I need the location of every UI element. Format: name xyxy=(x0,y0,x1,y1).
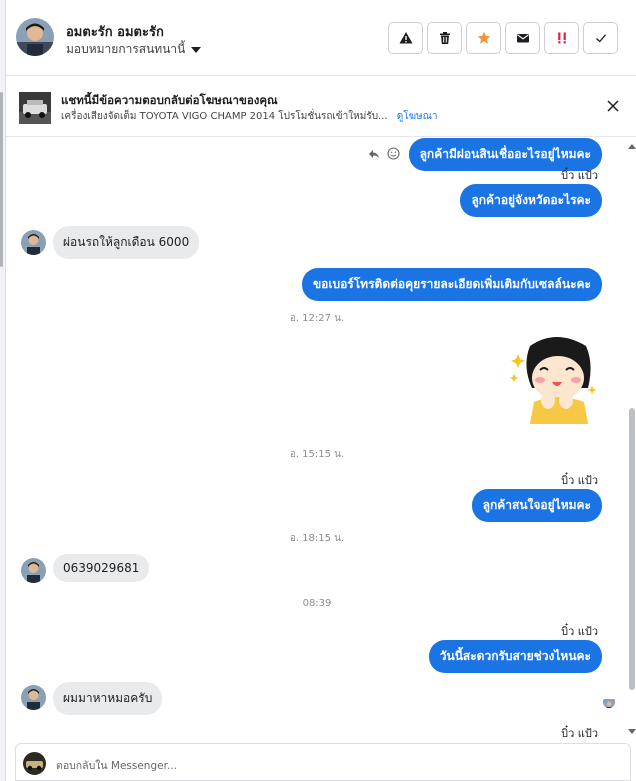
page-avatar xyxy=(23,752,46,775)
ad-banner-title: แชทนี้มีข้อความตอบกลับต่อโฆษณาของคุณ xyxy=(61,93,278,107)
star-icon xyxy=(477,31,490,44)
reply-input-placeholder[interactable]: ตอบกลับใน Messenger... xyxy=(56,757,177,774)
sticker-girl-happy-icon[interactable] xyxy=(506,336,606,426)
caret-down-icon xyxy=(191,46,202,53)
header-actions xyxy=(388,22,618,54)
ad-thumbnail[interactable] xyxy=(19,92,51,124)
outgoing-message[interactable]: ลูกค้าอยู่จังหวัดอะไรคะ xyxy=(460,184,602,217)
close-icon[interactable] xyxy=(606,99,620,113)
sender-name: บิ๋ว แป้ว xyxy=(561,625,598,638)
contact-avatar[interactable] xyxy=(16,18,54,56)
outer-scrollbar-thumb[interactable] xyxy=(0,92,3,267)
ad-banner-subtitle-row: เครื่องเสียงจัดเต็ม TOYOTA VIGO CHAMP 20… xyxy=(61,109,438,124)
message-thread[interactable]: ลูกค้ามีผ่อนสินเชื่ออะไรอยู่ไหมคะ บิ๋ว แ… xyxy=(6,138,628,740)
thread-scrollbar[interactable] xyxy=(627,138,636,738)
incoming-message[interactable]: 0639029681 xyxy=(53,554,150,582)
mail-icon xyxy=(516,34,529,43)
outgoing-message[interactable]: ขอเบอร์โทรติดต่อคุยรายละเอียดเพิ่มเติมกั… xyxy=(301,268,602,301)
contact-avatar-small[interactable] xyxy=(21,558,46,583)
timestamp: อ. 15:15 น. xyxy=(289,449,345,460)
seen-receipt-avatar xyxy=(603,696,615,708)
reply-icon[interactable] xyxy=(368,148,380,160)
incoming-message[interactable]: ผ่อนรถให้ลูกเดือน 6000 xyxy=(53,226,200,259)
outgoing-message[interactable]: ลูกค้าสนใจอยู่ไหมคะ xyxy=(471,489,602,522)
incoming-message[interactable]: ผมมาหาหมอครับ xyxy=(53,682,163,715)
contact-name: อมตะรัก อมตะรัก xyxy=(66,25,164,40)
contact-avatar-small[interactable] xyxy=(21,685,46,710)
report-spam-button[interactable] xyxy=(388,22,423,54)
ad-banner-subtitle: เครื่องเสียงจัดเต็ม TOYOTA VIGO CHAMP 20… xyxy=(61,111,388,122)
scroll-down-arrow-icon[interactable] xyxy=(628,729,636,734)
important-icon xyxy=(557,32,566,44)
reply-composer[interactable]: ตอบกลับใน Messenger... xyxy=(15,743,631,781)
follow-up-button[interactable] xyxy=(544,22,579,54)
sender-name: บิ๋ว แป้ว xyxy=(561,727,598,740)
assign-conversation-dropdown[interactable]: มอบหมายการสนทนานี้ xyxy=(66,40,202,59)
star-button[interactable] xyxy=(466,22,501,54)
alert-icon xyxy=(399,32,412,44)
mark-unread-button[interactable] xyxy=(505,22,540,54)
emoji-reaction-icon[interactable] xyxy=(387,147,400,160)
timestamp: อ. 12:27 น. xyxy=(289,313,345,324)
trash-icon xyxy=(439,32,450,44)
timestamp: อ. 18:15 น. xyxy=(289,533,345,544)
contact-avatar-small[interactable] xyxy=(21,230,46,255)
assign-label: มอบหมายการสนทนานี้ xyxy=(66,42,186,56)
sender-name: บิ๋ว แป้ว xyxy=(561,474,598,487)
conversation-header: อมตะรัก อมตะรัก มอบหมายการสนทนานี้ xyxy=(6,0,636,76)
mark-done-button[interactable] xyxy=(583,22,618,54)
scroll-up-arrow-icon[interactable] xyxy=(628,144,636,149)
ad-reply-banner: แชทนี้มีข้อความตอบกลับต่อโฆษณาของคุณ เคร… xyxy=(6,77,636,137)
delete-button[interactable] xyxy=(427,22,462,54)
check-icon xyxy=(595,34,606,43)
view-ad-link[interactable]: ดูโฆษณา xyxy=(397,111,438,122)
outgoing-message[interactable]: วันนี้สะดวกรับสายช่วงไหนคะ xyxy=(428,640,602,673)
sender-name: บิ๋ว แป้ว xyxy=(561,169,598,182)
timestamp: 08:39 xyxy=(302,598,332,609)
thread-scrollbar-thumb[interactable] xyxy=(629,408,635,690)
